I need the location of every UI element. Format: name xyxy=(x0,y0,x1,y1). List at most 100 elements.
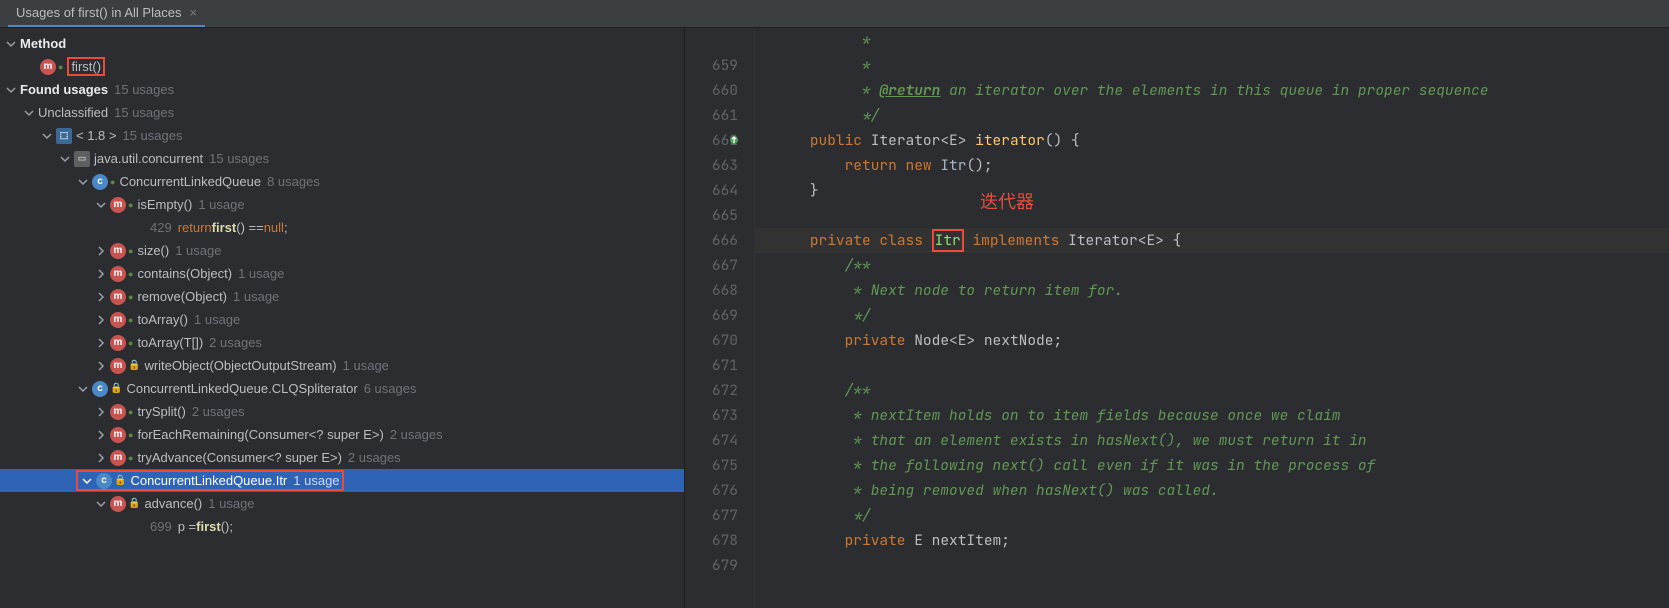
method-icon: m xyxy=(110,427,126,443)
chevron-down-icon[interactable] xyxy=(80,474,94,488)
count-label: 1 usage xyxy=(194,312,240,327)
gutter-line: 671 xyxy=(685,353,738,378)
code-line[interactable]: public Iterator<E> iterator() { xyxy=(755,128,1669,153)
close-icon[interactable]: × xyxy=(189,5,197,20)
gutter-line xyxy=(685,28,738,53)
tree-package[interactable]: ▭ java.util.concurrent 15 usages xyxy=(0,147,684,170)
code-line[interactable]: * xyxy=(755,28,1669,53)
tree-found-heading[interactable]: Found usages 15 usages xyxy=(0,78,684,101)
class-icon: c xyxy=(96,473,112,489)
chevron-right-icon[interactable] xyxy=(94,336,108,350)
tree-unclassified[interactable]: Unclassified 15 usages xyxy=(0,101,684,124)
code-line[interactable]: * Next node to return item for. xyxy=(755,278,1669,303)
public-icon: ● xyxy=(128,315,133,325)
code-line[interactable]: private Node<E> nextNode; xyxy=(755,328,1669,353)
code-line[interactable]: * that an element exists in hasNext(), w… xyxy=(755,428,1669,453)
editor[interactable]: 迭代器 * * * @return an iterator over the e… xyxy=(755,28,1669,608)
chevron-right-icon[interactable] xyxy=(94,244,108,258)
code-line[interactable]: * being removed when hasNext() was calle… xyxy=(755,478,1669,503)
gutter-line: 660 xyxy=(685,78,738,103)
chevron-down-icon[interactable] xyxy=(76,175,90,189)
gutter-line: 667 xyxy=(685,253,738,278)
chevron-down-icon[interactable] xyxy=(4,83,18,97)
chevron-right-icon[interactable] xyxy=(94,267,108,281)
chevron-right-icon[interactable] xyxy=(94,313,108,327)
code-text: first xyxy=(196,519,221,534)
class-icon: c xyxy=(92,381,108,397)
chevron-down-icon[interactable] xyxy=(22,106,36,120)
chevron-down-icon[interactable] xyxy=(40,129,54,143)
tree-method-trysplit[interactable]: m ● trySplit() 2 usages xyxy=(0,400,684,423)
code-line[interactable]: * @return an iterator over the elements … xyxy=(755,78,1669,103)
tree-method-toarray0[interactable]: m ● toArray() 1 usage xyxy=(0,308,684,331)
public-icon: ● xyxy=(128,246,133,256)
chevron-right-icon[interactable] xyxy=(94,405,108,419)
code-line[interactable] xyxy=(755,353,1669,378)
tree-jdk[interactable]: ⬚ < 1.8 > 15 usages xyxy=(0,124,684,147)
tree-usage-isempty[interactable]: 429 return first() == null; xyxy=(0,216,684,239)
code-text: p = xyxy=(178,519,196,534)
gutter-line: 663 xyxy=(685,153,738,178)
tree-method-writeobject[interactable]: m 🔒 writeObject(ObjectOutputStream) 1 us… xyxy=(0,354,684,377)
gutter-line: 676 xyxy=(685,478,738,503)
code-line[interactable] xyxy=(755,203,1669,228)
code-text: ; xyxy=(284,220,288,235)
count-label: 6 usages xyxy=(364,381,417,396)
public-icon: ● xyxy=(110,177,115,187)
chevron-right-icon[interactable] xyxy=(94,428,108,442)
chevron-right-icon[interactable] xyxy=(94,359,108,373)
lock-icon: 🔒 xyxy=(128,498,140,509)
code-line[interactable]: * the following next() call even if it w… xyxy=(755,453,1669,478)
tab-usages[interactable]: Usages of first() in All Places × xyxy=(8,0,205,27)
tree-class-clq[interactable]: c ● ConcurrentLinkedQueue 8 usages xyxy=(0,170,684,193)
code-line[interactable]: * nextItem holds on to item fields becau… xyxy=(755,403,1669,428)
count-label: 15 usages xyxy=(114,82,174,97)
tree-method-size[interactable]: m ● size() 1 usage xyxy=(0,239,684,262)
code-line[interactable]: } xyxy=(755,178,1669,203)
chevron-down-icon[interactable] xyxy=(4,37,18,51)
tree-class-spliterator[interactable]: c 🔒 ConcurrentLinkedQueue.CLQSpliterator… xyxy=(0,377,684,400)
tree-method-tryadvance[interactable]: m ● tryAdvance(Consumer<? super E>) 2 us… xyxy=(0,446,684,469)
chevron-right-icon[interactable] xyxy=(94,290,108,304)
chevron-down-icon[interactable] xyxy=(94,198,108,212)
chevron-down-icon[interactable] xyxy=(76,382,90,396)
tree-usage-advance[interactable]: 699 p = first(); xyxy=(0,515,684,538)
tree-method-node[interactable]: m ● first() xyxy=(0,55,684,78)
chevron-down-icon[interactable] xyxy=(94,497,108,511)
code-line[interactable]: return new Itr(); xyxy=(755,153,1669,178)
code-line[interactable]: private E nextItem; xyxy=(755,528,1669,553)
code-line[interactable]: */ xyxy=(755,103,1669,128)
node-label: toArray(T[]) xyxy=(137,335,203,350)
tree-method-heading[interactable]: Method xyxy=(0,32,684,55)
tree-method-isempty[interactable]: m ● isEmpty() 1 usage xyxy=(0,193,684,216)
class-icon: c xyxy=(92,174,108,190)
tree-method-toarrayt[interactable]: m ● toArray(T[]) 2 usages xyxy=(0,331,684,354)
tree-class-itr[interactable]: c 🔒 ConcurrentLinkedQueue.Itr 1 usage xyxy=(0,469,684,492)
tree-method-advance[interactable]: m 🔒 advance() 1 usage xyxy=(0,492,684,515)
node-label: writeObject(ObjectOutputStream) xyxy=(144,358,336,373)
code-line[interactable] xyxy=(755,553,1669,578)
tree-method-foreachremaining[interactable]: m ● forEachRemaining(Consumer<? super E>… xyxy=(0,423,684,446)
code-line[interactable]: /** xyxy=(755,378,1669,403)
node-label: < 1.8 > xyxy=(76,128,116,143)
gutter-line: 668 xyxy=(685,278,738,303)
tree-method-contains[interactable]: m ● contains(Object) 1 usage xyxy=(0,262,684,285)
lock-icon: 🔒 xyxy=(114,475,126,486)
code-text: null xyxy=(264,220,284,235)
gutter-line: 666 xyxy=(685,228,738,253)
code-line[interactable]: * xyxy=(755,53,1669,78)
code-line[interactable]: private class Itr implements Iterator<E>… xyxy=(755,228,1669,253)
tree-method-remove[interactable]: m ● remove(Object) 1 usage xyxy=(0,285,684,308)
node-label: ConcurrentLinkedQueue xyxy=(119,174,261,189)
chevron-down-icon[interactable] xyxy=(58,152,72,166)
count-label: 1 usage xyxy=(343,358,389,373)
node-label: toArray() xyxy=(137,312,188,327)
usages-tree[interactable]: Method m ● first() Found usages 15 usage… xyxy=(0,28,685,608)
override-up-icon[interactable] xyxy=(728,134,740,146)
code-line[interactable]: /** xyxy=(755,253,1669,278)
public-icon: ● xyxy=(128,200,133,210)
code-line[interactable]: */ xyxy=(755,303,1669,328)
code-line[interactable]: */ xyxy=(755,503,1669,528)
chevron-right-icon[interactable] xyxy=(94,451,108,465)
count-label: 2 usages xyxy=(348,450,401,465)
